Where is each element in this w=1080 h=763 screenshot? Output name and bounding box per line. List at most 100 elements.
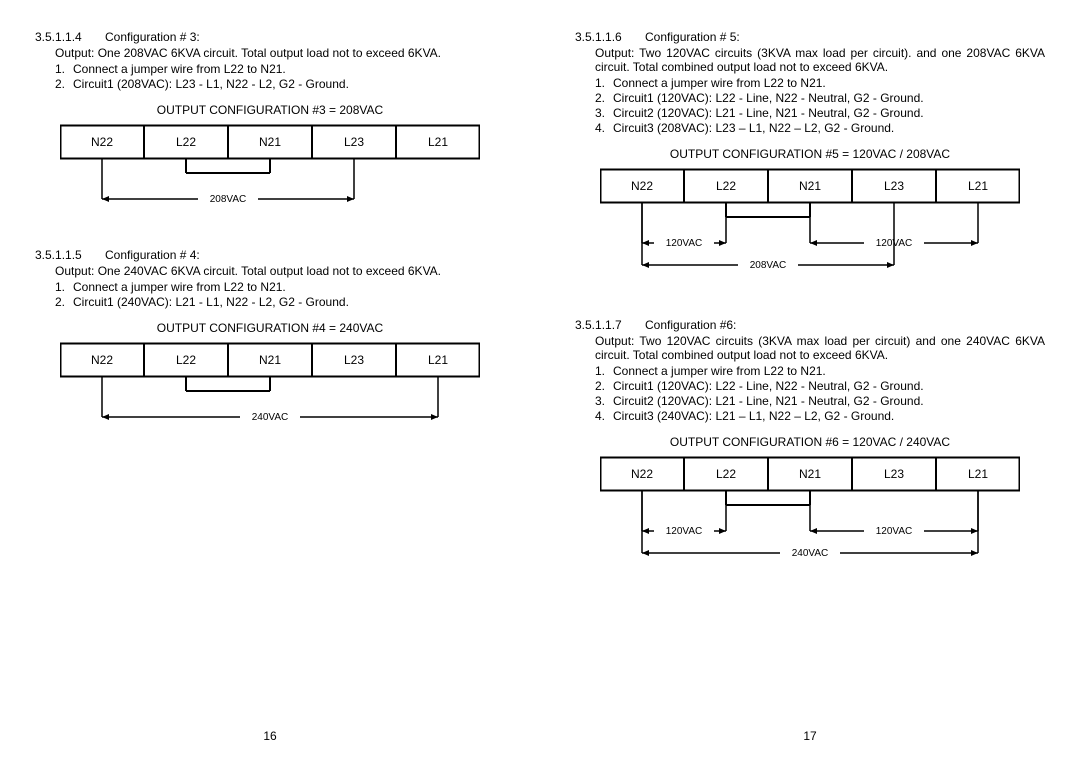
output-description: Output: One 240VAC 6KVA circuit. Total o…	[55, 264, 505, 278]
section-title: Configuration # 5:	[645, 30, 740, 44]
step-text: Connect a jumper wire from L22 to N21.	[73, 62, 505, 76]
terminal-label: L23	[344, 353, 364, 367]
left-page: 3.5.1.1.4Configuration # 3: Output: One 2…	[0, 30, 540, 763]
terminal-label: L22	[716, 467, 736, 481]
terminal-label: L21	[968, 179, 988, 193]
step-list: 1.Connect a jumper wire from L22 to N21.…	[595, 76, 1045, 135]
terminal-label: N22	[91, 353, 113, 367]
terminal-label: L22	[176, 353, 196, 367]
terminal-label: L23	[884, 179, 904, 193]
step-text: Connect a jumper wire from L22 to N21.	[613, 364, 1045, 378]
step-number: 2.	[55, 77, 73, 91]
page: 3.5.1.1.4Configuration # 3: Output: One 2…	[0, 0, 1080, 763]
terminal-label: N22	[631, 179, 653, 193]
step-item: 3.Circuit2 (120VAC): L21 - Line, N21 - N…	[595, 106, 1045, 120]
terminal-label: L23	[344, 135, 364, 149]
step-text: Circuit1 (240VAC): L21 - L1, N22 - L2, G…	[73, 295, 505, 309]
voltage-span-label: 240VAC	[252, 412, 289, 423]
step-text: Circuit1 (120VAC): L22 - Line, N22 - Neu…	[613, 91, 1045, 105]
step-number: 1.	[55, 280, 73, 294]
terminal-label: N22	[91, 135, 113, 149]
section-number: 3.5.1.1.5	[35, 248, 105, 262]
wiring-diagram: N22 L22 N21 L23 L21 120VAC 120VAC 240VAC	[600, 455, 1020, 573]
config-section: 3.5.1.1.4Configuration # 3: Output: One 2…	[35, 30, 505, 233]
step-text: Circuit3 (208VAC): L23 – L1, N22 – L2, G…	[613, 121, 1045, 135]
page-number-right: 17	[575, 729, 1045, 763]
terminal-label: N21	[259, 353, 281, 367]
step-item: 2.Circuit1 (240VAC): L21 - L1, N22 - L2,…	[55, 295, 505, 309]
section-heading: 3.5.1.1.6Configuration # 5:	[575, 30, 1045, 44]
diagram-wrap: OUTPUT CONFIGURATION #4 = 240VACN22L22N2…	[55, 321, 485, 433]
config-section: 3.5.1.1.7Configuration #6: Output: Two 12…	[575, 318, 1045, 591]
step-item: 4.Circuit3 (208VAC): L23 – L1, N22 – L2,…	[595, 121, 1045, 135]
step-text: Circuit1 (208VAC): L23 - L1, N22 - L2, G…	[73, 77, 505, 91]
wiring-diagram: N22 L22 N21 L23 L21 240VAC	[60, 341, 480, 433]
section-heading: 3.5.1.1.7Configuration #6:	[575, 318, 1045, 332]
step-item: 1.Connect a jumper wire from L22 to N21.	[595, 364, 1045, 378]
step-list: 1.Connect a jumper wire from L22 to N21.…	[55, 62, 505, 91]
step-number: 3.	[595, 106, 613, 120]
voltage-span-label: 120VAC	[666, 526, 703, 537]
step-text: Circuit2 (120VAC): L21 - Line, N21 - Neu…	[613, 106, 1045, 120]
step-number: 3.	[595, 394, 613, 408]
config-section: 3.5.1.1.5Configuration # 4: Output: One 2…	[35, 248, 505, 451]
voltage-span-label: 120VAC	[876, 526, 913, 537]
diagram-title: OUTPUT CONFIGURATION #4 = 240VAC	[55, 321, 485, 335]
terminal-label: L21	[968, 467, 988, 481]
terminal-label: L21	[428, 353, 448, 367]
step-number: 4.	[595, 121, 613, 135]
diagram-title: OUTPUT CONFIGURATION #3 = 208VAC	[55, 103, 485, 117]
page-number-left: 16	[35, 729, 505, 763]
terminal-label: L22	[176, 135, 196, 149]
step-text: Circuit2 (120VAC): L21 - Line, N21 - Neu…	[613, 394, 1045, 408]
step-item: 1.Connect a jumper wire from L22 to N21.	[55, 280, 505, 294]
terminal-label: L23	[884, 467, 904, 481]
step-item: 1.Connect a jumper wire from L22 to N21.	[55, 62, 505, 76]
terminal-label: N21	[799, 179, 821, 193]
step-list: 1.Connect a jumper wire from L22 to N21.…	[55, 280, 505, 309]
diagram-wrap: OUTPUT CONFIGURATION #3 = 208VACN22L22N2…	[55, 103, 485, 215]
output-description: Output: Two 120VAC circuits (3KVA max lo…	[595, 46, 1045, 74]
step-item: 2.Circuit1 (208VAC): L23 - L1, N22 - L2,…	[55, 77, 505, 91]
step-item: 4.Circuit3 (240VAC): L21 – L1, N22 – L2,…	[595, 409, 1045, 423]
terminal-label: L22	[716, 179, 736, 193]
step-text: Circuit3 (240VAC): L21 – L1, N22 – L2, G…	[613, 409, 1045, 423]
step-number: 2.	[55, 295, 73, 309]
terminal-label: N21	[259, 135, 281, 149]
diagram-wrap: OUTPUT CONFIGURATION #5 = 120VAC / 208VA…	[595, 147, 1025, 285]
step-item: 2.Circuit1 (120VAC): L22 - Line, N22 - N…	[595, 379, 1045, 393]
output-description: Output: Two 120VAC circuits (3KVA max lo…	[595, 334, 1045, 362]
section-title: Configuration #6:	[645, 318, 736, 332]
voltage-span-label: 240VAC	[792, 548, 829, 559]
step-number: 1.	[595, 364, 613, 378]
step-number: 1.	[595, 76, 613, 90]
step-text: Connect a jumper wire from L22 to N21.	[73, 280, 505, 294]
section-heading: 3.5.1.1.5Configuration # 4:	[35, 248, 505, 262]
section-title: Configuration # 3:	[105, 30, 200, 44]
section-number: 3.5.1.1.7	[575, 318, 645, 332]
section-heading: 3.5.1.1.4Configuration # 3:	[35, 30, 505, 44]
step-list: 1.Connect a jumper wire from L22 to N21.…	[595, 364, 1045, 423]
step-text: Connect a jumper wire from L22 to N21.	[613, 76, 1045, 90]
step-item: 1.Connect a jumper wire from L22 to N21.	[595, 76, 1045, 90]
voltage-span-label: 120VAC	[666, 238, 703, 249]
section-number: 3.5.1.1.4	[35, 30, 105, 44]
terminal-label: N22	[631, 467, 653, 481]
right-page: 3.5.1.1.6Configuration # 5: Output: Two 1…	[540, 30, 1080, 763]
step-item: 3.Circuit2 (120VAC): L21 - Line, N21 - N…	[595, 394, 1045, 408]
step-number: 1.	[55, 62, 73, 76]
section-title: Configuration # 4:	[105, 248, 200, 262]
terminal-label: L21	[428, 135, 448, 149]
voltage-span-label: 208VAC	[210, 194, 247, 205]
diagram-wrap: OUTPUT CONFIGURATION #6 = 120VAC / 240VA…	[595, 435, 1025, 573]
step-item: 2.Circuit1 (120VAC): L22 - Line, N22 - N…	[595, 91, 1045, 105]
wiring-diagram: N22L22N21L23L21120VAC120VAC208VAC	[600, 167, 1020, 285]
diagram-title: OUTPUT CONFIGURATION #5 = 120VAC / 208VA…	[595, 147, 1025, 161]
step-number: 2.	[595, 379, 613, 393]
section-number: 3.5.1.1.6	[575, 30, 645, 44]
step-number: 4.	[595, 409, 613, 423]
terminal-label: N21	[799, 467, 821, 481]
output-description: Output: One 208VAC 6KVA circuit. Total o…	[55, 46, 505, 60]
step-number: 2.	[595, 91, 613, 105]
wiring-diagram: N22 L22 N21 L23 L21 208VAC	[60, 123, 480, 215]
